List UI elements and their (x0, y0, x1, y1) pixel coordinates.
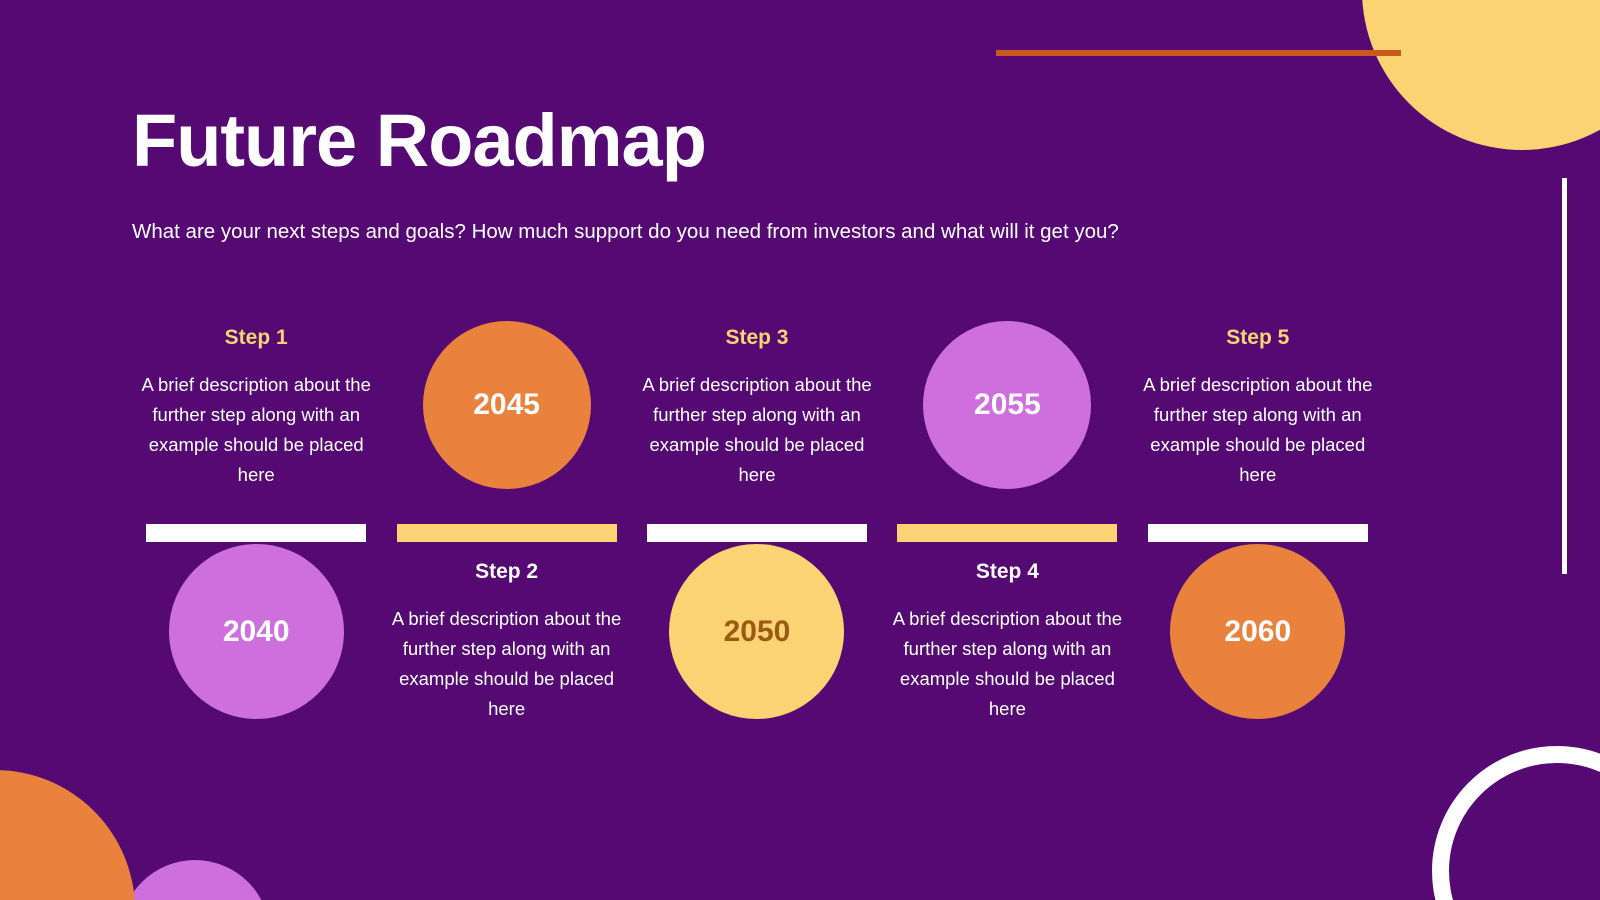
year-circle-2045: 2045 (422, 321, 591, 489)
step-block-2: Step 2 A brief description about the furt… (381, 544, 631, 725)
year-circle-2055: 2055 (923, 321, 1092, 489)
slide-canvas: Future Roadmap What are your next steps … (0, 0, 1600, 900)
roadmap-column-1-bottom: 2040 (131, 522, 381, 737)
decorative-white-vertical-line (1562, 178, 1567, 574)
step-divider-bar-4 (897, 524, 1118, 542)
step-description-4: A brief description about the further st… (892, 608, 1123, 720)
page-title: Future Roadmap (132, 99, 707, 182)
bar-cell-1 (131, 524, 381, 542)
step-label-4: Step 4 (975, 560, 1039, 583)
roadmap-column-3-top: Step 3 A brief description about the furt… (632, 310, 882, 522)
step-label-5: Step 5 (1226, 326, 1290, 349)
roadmap-column-3-bottom: 2050 (632, 522, 882, 737)
roadmap-column-2-bottom: Step 2 A brief description about the furt… (381, 522, 631, 737)
step-label-2: Step 2 (475, 560, 539, 583)
roadmap-bar-row (131, 524, 1383, 542)
step-block-3: Step 3 A brief description about the furt… (632, 310, 882, 491)
roadmap-column-5-bottom: 2060 (1133, 522, 1383, 737)
roadmap-column-4-top: 2055 (882, 310, 1132, 522)
decorative-white-ring-bottom-right (1432, 746, 1600, 900)
step-divider-bar-5 (1147, 524, 1368, 542)
step-block-4: Step 4 A brief description about the furt… (882, 544, 1132, 725)
step-block-5: Step 5 A brief description about the furt… (1133, 310, 1383, 491)
step-block-1: Step 1 A brief description about the furt… (131, 310, 381, 491)
bar-cell-2 (381, 524, 631, 542)
bar-cell-3 (632, 524, 882, 542)
roadmap-column-2-top: 2045 (381, 310, 631, 522)
step-divider-bar-2 (396, 524, 617, 542)
roadmap-column-4-bottom: Step 4 A brief description about the furt… (882, 522, 1132, 737)
year-circle-2050: 2050 (669, 544, 845, 719)
bar-cell-4 (882, 524, 1132, 542)
year-circle-2040: 2040 (168, 544, 344, 719)
roadmap-column-5-top: Step 5 A brief description about the furt… (1133, 310, 1383, 522)
step-description-1: A brief description about the further st… (141, 374, 371, 486)
slide-header: Future Roadmap What are your next steps … (132, 104, 1432, 244)
step-description-2: A brief description about the further st… (391, 608, 622, 720)
decorative-orange-circle-bottom-left (0, 770, 135, 900)
step-description-3: A brief description about the further st… (642, 374, 872, 486)
step-divider-bar-1 (146, 524, 367, 542)
page-subtitle: What are your next steps and goals? How … (132, 220, 1119, 243)
decorative-orange-line (996, 50, 1401, 56)
step-divider-bar-3 (646, 524, 867, 542)
bar-cell-5 (1133, 524, 1383, 542)
roadmap-column-1-top: Step 1 A brief description about the furt… (131, 310, 381, 522)
step-label-3: Step 3 (725, 326, 789, 349)
decorative-violet-circle-bottom (120, 860, 270, 900)
year-circle-2060: 2060 (1170, 544, 1346, 719)
step-description-5: A brief description about the further st… (1143, 374, 1373, 486)
step-label-1: Step 1 (224, 326, 288, 349)
